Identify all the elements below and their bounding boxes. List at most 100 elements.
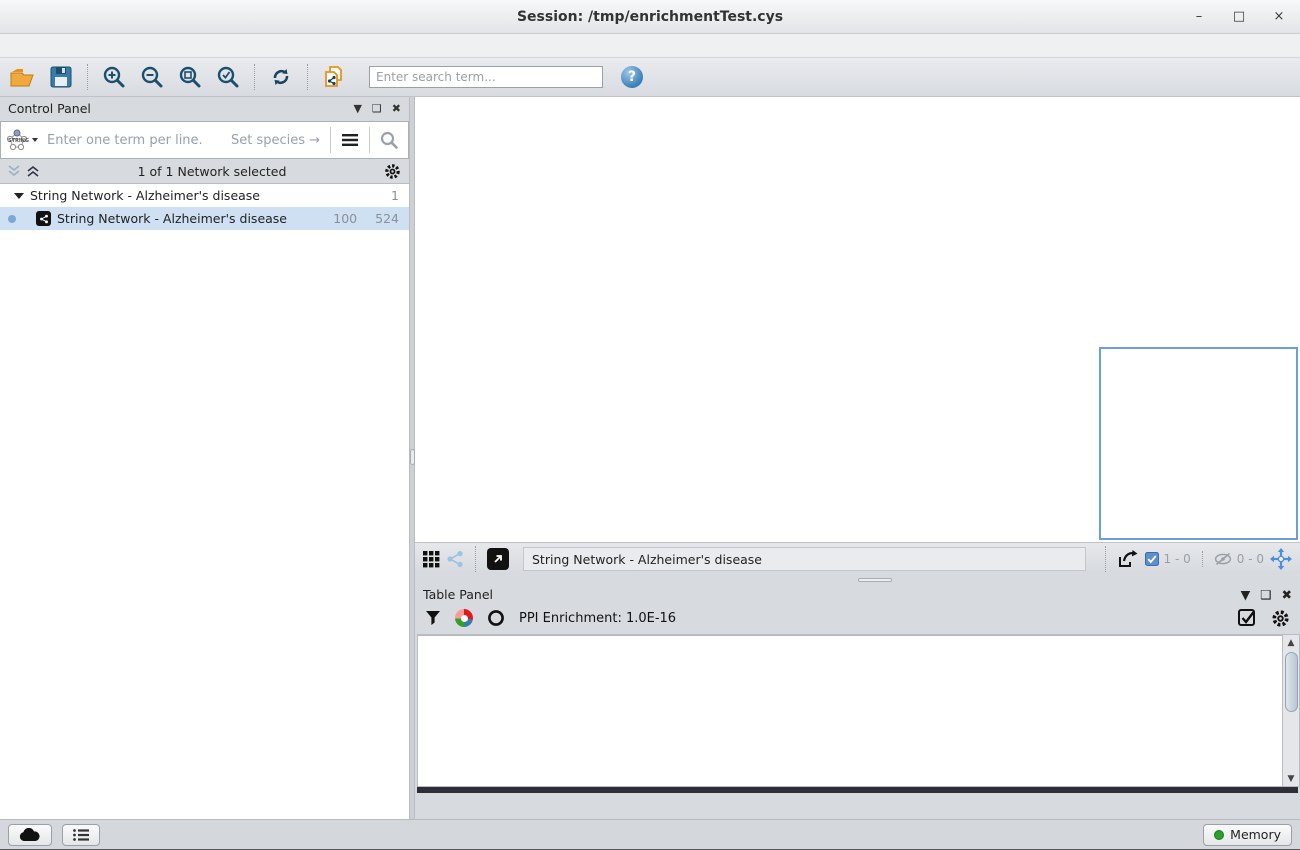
selected-checkbox-icon[interactable] (1145, 552, 1159, 566)
string-search-button[interactable] (370, 131, 408, 149)
ppi-enrichment-label: PPI Enrichment: 1.0E-16 (519, 611, 676, 626)
open-session-button[interactable] (6, 62, 40, 92)
network-row[interactable]: String Network - Alzheimer's disease 100… (0, 207, 409, 230)
search-input[interactable] (369, 66, 603, 88)
network-type-icon (36, 211, 51, 226)
zoom-in-button[interactable] (97, 62, 131, 92)
table-splitter-grip[interactable] (858, 578, 892, 582)
copy-network-button[interactable] (317, 62, 351, 92)
refresh-icon (269, 65, 293, 89)
table-panel-menu-icon[interactable]: ▼ (1241, 587, 1251, 602)
table-tabs (415, 793, 1300, 819)
network-canvas[interactable] (415, 97, 1300, 542)
current-network-dot (8, 215, 16, 223)
string-network-icon: STRING (5, 128, 29, 152)
network-collection-row[interactable]: String Network - Alzheimer's disease 1 (0, 184, 409, 207)
grid-view-icon[interactable] (423, 551, 440, 568)
zoom-out-icon (140, 65, 164, 89)
collection-count: 1 (391, 188, 399, 203)
enrichment-toolbar: PPI Enrichment: 1.0E-16 (415, 604, 1300, 632)
enrichment-table (418, 635, 1282, 786)
network-title-bar: String Network - Alzheimer's disease (523, 547, 1086, 571)
string-logo-icon[interactable]: STRING (1, 128, 43, 152)
control-panel-title: Control Panel (8, 101, 91, 116)
zoom-selected-button[interactable] (211, 62, 245, 92)
string-term-input[interactable] (43, 133, 231, 148)
memory-label: Memory (1230, 827, 1281, 842)
collection-label: String Network - Alzheimer's disease (30, 188, 260, 203)
selection-status: 1 of 1 Network selected (40, 164, 384, 179)
panel-menu-icon[interactable]: ▼ (353, 102, 361, 115)
table-close-icon[interactable]: ✖ (1282, 587, 1292, 602)
list-icon (73, 829, 89, 841)
zoom-in-icon (102, 65, 126, 89)
network-view-title: String Network - Alzheimer's disease (532, 552, 762, 567)
status-bar: Memory (0, 819, 1300, 849)
navigator-toggle-icon[interactable] (1270, 548, 1292, 570)
zoom-out-button[interactable] (135, 62, 169, 92)
table-panel-title: Table Panel (423, 587, 493, 602)
selected-counts: 1 - 0 (1164, 552, 1191, 566)
hidden-eye-icon[interactable] (1214, 552, 1232, 566)
close-button[interactable]: × (1272, 9, 1286, 24)
hidden-counts: 0 - 0 (1237, 552, 1264, 566)
share-view-icon[interactable] (446, 550, 464, 568)
scroll-up-arrow[interactable]: ▲ (1288, 635, 1295, 650)
close-panel-icon[interactable]: ✖ (392, 102, 401, 115)
settings-gear-icon[interactable] (1271, 609, 1290, 628)
refresh-button[interactable] (264, 62, 298, 92)
help-button[interactable]: ? (621, 66, 643, 88)
control-panel: Control Panel ▼ ❑ ✖ STRING (0, 97, 410, 819)
toolbar-separator (307, 64, 308, 90)
memory-button[interactable]: Memory (1203, 824, 1292, 846)
scrollbar-thumb[interactable] (1285, 652, 1298, 712)
table-vertical-scrollbar[interactable]: ▲ ▼ (1282, 635, 1299, 786)
maximize-button[interactable]: □ (1232, 9, 1246, 24)
table-float-icon[interactable]: ❑ (1260, 587, 1271, 602)
ring-chart-icon[interactable] (487, 609, 505, 627)
hidden-count-group: 0 - 0 (1214, 552, 1264, 566)
string-query-bar: STRING Set species → (0, 121, 409, 159)
toolbar-separator (87, 64, 88, 90)
table-splitter[interactable] (415, 575, 1300, 585)
window-title: Session: /tmp/enrichmentTest.cys (0, 9, 1300, 25)
filter-icon[interactable] (425, 610, 441, 626)
string-options-button[interactable] (331, 134, 369, 146)
selected-count-group: 1 - 0 (1145, 552, 1191, 566)
chart-palette-icon[interactable] (455, 609, 473, 627)
network-view-toolbar: String Network - Alzheimer's disease 1 -… (415, 542, 1300, 575)
expand-all-icon[interactable] (27, 165, 40, 177)
help-icon: ? (628, 69, 636, 85)
scroll-down-arrow[interactable]: ▼ (1288, 771, 1295, 786)
collapse-all-icon[interactable] (8, 165, 21, 177)
title-bar: Session: /tmp/enrichmentTest.cys – □ × (0, 0, 1300, 34)
float-panel-icon[interactable]: ❑ (372, 102, 382, 115)
network-label: String Network - Alzheimer's disease (57, 211, 287, 226)
network-node-count: 100 (333, 211, 357, 226)
select-rows-icon[interactable] (1238, 609, 1257, 628)
search-icon (380, 131, 398, 149)
memory-status-dot (1214, 830, 1224, 840)
zoom-fit-button[interactable] (173, 62, 207, 92)
species-hint[interactable]: Set species → (231, 133, 330, 148)
birds-eye-navigator[interactable] (1099, 347, 1298, 540)
cloud-button[interactable] (8, 824, 52, 846)
network-edge-count: 524 (375, 211, 399, 226)
detach-view-button[interactable] (487, 548, 509, 570)
save-session-button[interactable] (44, 62, 78, 92)
copy-network-icon (321, 64, 347, 90)
task-list-button[interactable] (62, 824, 100, 846)
zoom-selected-icon (216, 65, 240, 89)
collection-caret-icon[interactable] (14, 193, 24, 199)
open-folder-icon (10, 66, 36, 88)
diagonal-arrow-icon (492, 553, 504, 565)
toolbar-separator (254, 64, 255, 90)
minimize-button[interactable]: – (1192, 9, 1206, 24)
menu-bar (0, 34, 1300, 58)
zoom-fit-icon (178, 65, 202, 89)
main-toolbar: ? (0, 58, 1300, 97)
cloud-icon (19, 828, 41, 842)
export-network-icon[interactable] (1117, 549, 1139, 569)
gear-icon[interactable] (384, 163, 401, 180)
save-icon (50, 66, 72, 88)
